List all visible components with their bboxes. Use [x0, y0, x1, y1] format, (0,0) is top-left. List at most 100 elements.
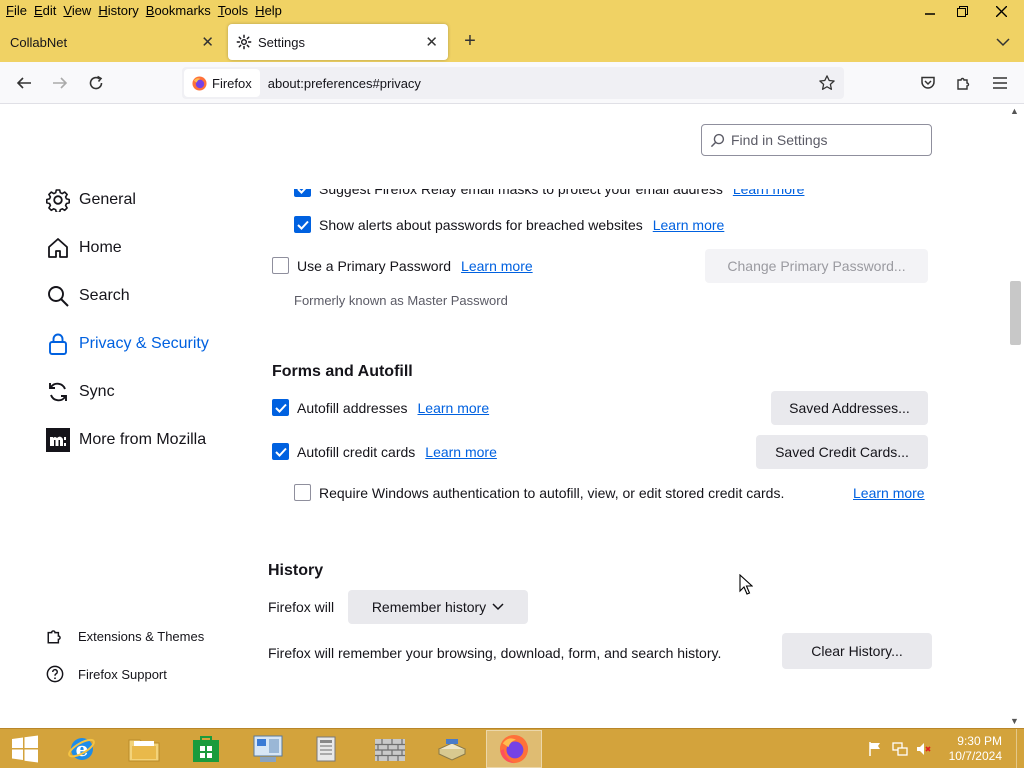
- find-in-settings-box[interactable]: [701, 124, 932, 156]
- menu-file[interactable]: File: [4, 3, 32, 18]
- new-tab-button[interactable]: +: [458, 31, 482, 52]
- sidebar-extensions-themes[interactable]: Extensions & Themes: [46, 627, 204, 645]
- tab-settings[interactable]: Settings ✕: [228, 24, 448, 60]
- lock-icon: [46, 332, 70, 356]
- autofill-cards-learn-more-link[interactable]: Learn more: [425, 444, 497, 460]
- show-desktop-button[interactable]: [1016, 729, 1024, 768]
- identity-label: Firefox: [212, 75, 252, 91]
- title-bar: File Edit View History Bookmarks Tools H…: [0, 0, 1024, 62]
- taskbar-firefox[interactable]: [486, 730, 542, 768]
- app-menu-button[interactable]: [990, 73, 1010, 93]
- scroll-down-arrow-icon[interactable]: ▼: [1010, 716, 1019, 726]
- saved-addresses-button[interactable]: Saved Addresses...: [771, 391, 928, 425]
- close-window-button[interactable]: [978, 0, 1024, 22]
- primary-password-learn-more-link[interactable]: Learn more: [461, 258, 533, 274]
- list-all-tabs-button[interactable]: [996, 34, 1010, 50]
- saved-credit-cards-button[interactable]: Saved Credit Cards...: [756, 435, 928, 469]
- windows-auth-row: Require Windows authentication to autofi…: [294, 484, 784, 501]
- url-text[interactable]: about:preferences#privacy: [268, 76, 421, 91]
- primary-password-checkbox[interactable]: [272, 257, 289, 274]
- pocket-button[interactable]: [918, 73, 938, 93]
- minimize-button[interactable]: [914, 0, 946, 22]
- taskbar-internet-explorer[interactable]: e: [54, 730, 110, 768]
- windows-auth-label: Require Windows authentication to autofi…: [319, 484, 785, 501]
- back-button[interactable]: [14, 73, 34, 93]
- tab-close-icon[interactable]: ✕: [425, 33, 438, 51]
- checkmark-icon: [296, 189, 306, 194]
- sidebar-item-label: Search: [79, 287, 130, 304]
- checkmark-icon: [274, 447, 287, 457]
- chevron-down-icon: [996, 38, 1010, 47]
- star-icon: [819, 75, 835, 90]
- sidebar-foot-label: Firefox Support: [78, 666, 167, 682]
- primary-password-note: Formerly known as Master Password: [294, 293, 508, 308]
- close-icon: [995, 5, 1007, 17]
- clear-history-button[interactable]: Clear History...: [782, 633, 932, 669]
- sidebar-item-more-from-mozilla[interactable]: More from Mozilla: [46, 428, 206, 452]
- scrollbar-thumb[interactable]: [1010, 281, 1021, 345]
- sidebar-firefox-support[interactable]: Firefox Support: [46, 665, 167, 683]
- forward-button[interactable]: [50, 73, 70, 93]
- start-button[interactable]: [0, 730, 50, 768]
- taskbar-store[interactable]: [178, 730, 234, 768]
- url-bar[interactable]: Firefox about:preferences#privacy: [182, 67, 844, 99]
- taskbar-documents-app[interactable]: [298, 730, 354, 768]
- mozilla-icon: [46, 428, 70, 452]
- menu-help[interactable]: Help: [253, 3, 287, 18]
- scroll-up-arrow-icon[interactable]: ▲: [1010, 106, 1019, 116]
- menu-view[interactable]: View: [61, 3, 96, 18]
- content-scrollbar[interactable]: ▲ ▼: [1007, 104, 1024, 728]
- relay-checkbox[interactable]: [294, 189, 311, 197]
- taskbar-clock[interactable]: 9:30 PM 10/7/2024: [949, 734, 1002, 764]
- flag-icon: [869, 742, 880, 756]
- chevron-down-icon: [492, 603, 504, 611]
- document-stack-icon: [316, 736, 336, 762]
- tab-strip: CollabNet ✕ Settings ✕ +: [0, 22, 1024, 62]
- brick-wall-icon: [375, 739, 405, 761]
- taskbar-network-app[interactable]: [240, 730, 296, 768]
- windows-auth-checkbox[interactable]: [294, 484, 311, 501]
- taskbar-file-explorer[interactable]: [116, 730, 172, 768]
- taskbar-tools-app[interactable]: [424, 730, 480, 768]
- sidebar-item-sync[interactable]: Sync: [46, 380, 115, 404]
- tab-label: CollabNet: [10, 34, 68, 50]
- breach-alerts-checkbox[interactable]: [294, 216, 311, 233]
- menu-bar: File Edit View History Bookmarks Tools H…: [0, 0, 287, 20]
- tab-collabnet[interactable]: CollabNet ✕: [0, 24, 224, 60]
- autofill-cards-checkbox[interactable]: [272, 443, 289, 460]
- autofill-addresses-learn-more-link[interactable]: Learn more: [418, 400, 490, 416]
- gear-icon: [236, 34, 252, 50]
- menu-tools[interactable]: Tools: [216, 3, 253, 18]
- reload-button[interactable]: [86, 73, 106, 93]
- bookmark-star-button[interactable]: [818, 74, 836, 95]
- history-mode-dropdown[interactable]: Remember history: [348, 590, 528, 624]
- tray-flag-button[interactable]: [868, 741, 882, 757]
- find-in-settings-input[interactable]: [731, 132, 921, 148]
- windows-auth-learn-more-link[interactable]: Learn more: [853, 485, 925, 501]
- breach-alerts-learn-more-link[interactable]: Learn more: [653, 217, 725, 233]
- tray-network-button[interactable]: [892, 741, 908, 757]
- restore-button[interactable]: [946, 0, 978, 22]
- network-icon: [892, 742, 908, 756]
- sidebar-item-search[interactable]: Search: [46, 284, 130, 308]
- tray-volume-button[interactable]: [916, 741, 932, 757]
- menu-bookmarks[interactable]: Bookmarks: [144, 3, 216, 18]
- hamburger-menu-icon: [993, 77, 1007, 89]
- autofill-addresses-checkbox[interactable]: [272, 399, 289, 416]
- sidebar-item-privacy-security[interactable]: Privacy & Security: [46, 332, 209, 356]
- autofill-addresses-row: Autofill addresses Learn more: [272, 399, 489, 416]
- taskbar-firewall-app[interactable]: [362, 730, 418, 768]
- identity-box[interactable]: Firefox: [184, 69, 260, 97]
- extensions-button[interactable]: [954, 73, 974, 93]
- tab-close-icon[interactable]: ✕: [201, 33, 214, 51]
- sidebar-item-label: Sync: [79, 383, 115, 400]
- sidebar-item-general[interactable]: General: [46, 188, 136, 212]
- history-description: Firefox will remember your browsing, dow…: [268, 645, 722, 661]
- sidebar-item-label: More from Mozilla: [79, 431, 207, 448]
- menu-edit[interactable]: Edit: [32, 3, 61, 18]
- menu-history[interactable]: History: [96, 3, 143, 18]
- sidebar-item-home[interactable]: Home: [46, 236, 122, 260]
- relay-learn-more-link[interactable]: Learn more: [733, 189, 805, 197]
- tab-label: Settings: [258, 34, 305, 50]
- autofill-cards-row: Autofill credit cards Learn more: [272, 443, 497, 460]
